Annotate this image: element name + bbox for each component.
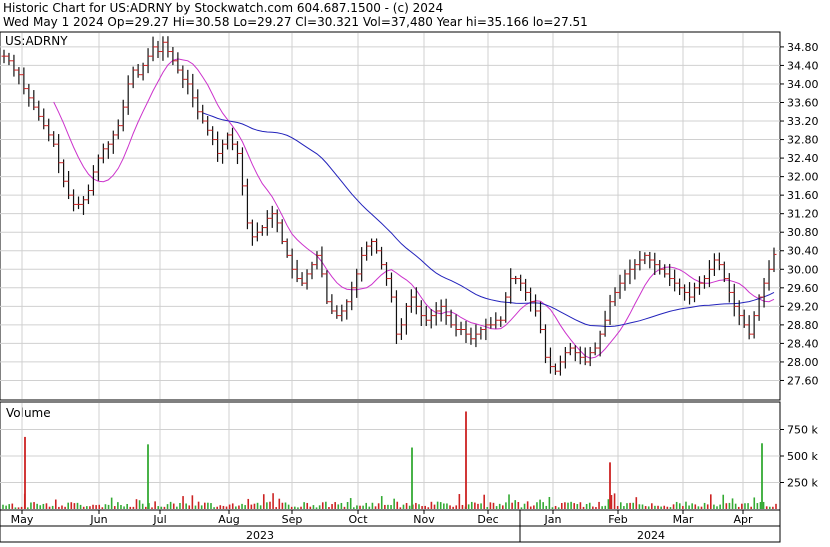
chart-summary: Wed May 1 2024 Op=29.27 Hi=30.58 Lo=29.2… [3,15,588,29]
x-tick-label: Jun [89,513,107,526]
stock-chart: Historic Chart for US:ADRNY by Stockwatc… [0,1,819,543]
price-tick-label: 32.00 [787,171,819,184]
x-tick-label: Dec [477,513,498,526]
price-tick-label: 29.60 [787,282,819,295]
price-tick-label: 31.60 [787,189,819,202]
x-tick-label: Feb [608,513,627,526]
price-tick-label: 33.20 [787,115,819,128]
x-tick-label: Mar [673,513,694,526]
price-tick-label: 32.40 [787,152,819,165]
x-tick-label: May [11,513,34,526]
volume-tick-label: 750 k [787,424,818,437]
price-tick-label: 28.00 [787,356,819,369]
x-tick-label: Oct [348,513,368,526]
price-tick-label: 34.40 [787,59,819,72]
x-tick-label: Aug [218,513,239,526]
volume-tick-label: 250 k [787,477,818,490]
x-tick-label: Jan [544,513,562,526]
x-tick-label: Apr [733,513,753,526]
chart-title: Historic Chart for US:ADRNY by Stockwatc… [3,1,443,15]
x-tick-label: Nov [413,513,435,526]
price-tick-label: 32.80 [787,134,819,147]
price-tick-label: 28.40 [787,337,819,350]
price-y-axis: 34.80 34.40 34.00 33.60 33.20 32.80 32.40 32.00… [780,41,819,387]
price-tick-label: 27.60 [787,374,819,387]
year-label: 2023 [246,529,274,542]
price-tick-label: 30.00 [787,263,819,276]
volume-tick-label: 500 k [787,450,818,463]
price-tick-label: 34.00 [787,78,819,91]
price-tick-label: 29.20 [787,300,819,313]
price-tick-label: 28.80 [787,319,819,332]
year-label: 2024 [637,529,665,542]
x-tick-label: Jul [152,513,166,526]
price-tick-label: 33.60 [787,96,819,109]
volume-label: Volume [6,406,51,420]
symbol-label: US:ADRNY [5,34,68,48]
price-tick-label: 30.40 [787,245,819,258]
price-tick-label: 30.80 [787,226,819,239]
price-panel [0,31,781,401]
x-tick-label: Sep [282,513,303,526]
price-tick-label: 31.20 [787,208,819,221]
price-tick-label: 34.80 [787,41,819,54]
